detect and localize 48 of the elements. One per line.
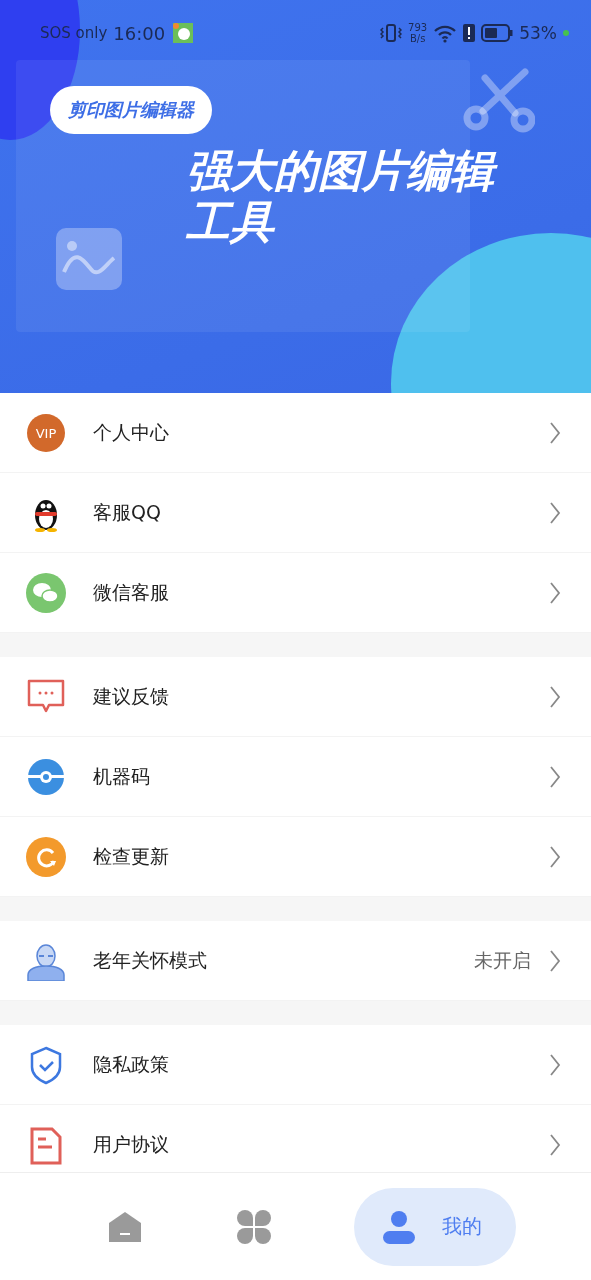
menu-item[interactable]: 建议反馈	[0, 657, 591, 737]
menu-item[interactable]: 老年关怀模式 未开启	[0, 921, 591, 1001]
menu-item[interactable]: VIP 个人中心	[0, 393, 591, 473]
app-name-badge: 剪印图片编辑器	[50, 86, 212, 134]
charging-dot-icon	[563, 30, 569, 36]
menu-label: 建议反馈	[93, 683, 170, 709]
person-icon	[382, 1209, 417, 1244]
app-notification-icon	[173, 23, 194, 43]
chevron-right-icon	[549, 684, 561, 709]
chevron-right-icon	[549, 1052, 561, 1077]
chevron-right-icon	[549, 580, 561, 605]
menu-item[interactable]: 客服QQ	[0, 473, 591, 553]
menu-label: 隐私政策	[93, 1051, 170, 1077]
wifi-icon	[433, 23, 458, 43]
menu-item[interactable]: 隐私政策	[0, 1025, 591, 1105]
menu-label: 个人中心	[93, 419, 170, 445]
banner-title: 强大的图片编辑工具	[186, 146, 516, 248]
disc-icon	[26, 756, 66, 797]
chevron-right-icon	[549, 500, 561, 525]
menu-item[interactable]: 检查更新	[0, 817, 591, 897]
scissors-icon	[463, 66, 535, 134]
menu-label: 客服QQ	[93, 499, 162, 525]
image-icon	[56, 228, 122, 290]
vip-icon: VIP	[26, 412, 66, 453]
chevron-right-icon	[549, 420, 561, 445]
menu-label: 检查更新	[93, 843, 170, 869]
battery-percent-text: 53%	[519, 23, 557, 43]
refresh-icon	[26, 836, 66, 877]
status-value: 未开启	[474, 947, 531, 973]
battery-icon	[481, 24, 514, 42]
sim-alert-icon	[463, 24, 476, 42]
home-icon	[107, 1210, 142, 1243]
clock-text: 16:00	[113, 22, 166, 44]
chevron-right-icon	[549, 844, 561, 869]
menu-label: 老年关怀模式	[93, 947, 208, 973]
menu-label: 微信客服	[93, 579, 170, 605]
menu-label: 用户协议	[93, 1131, 170, 1157]
chat-bubbles-icon	[26, 572, 66, 613]
menu-item[interactable]: 机器码	[0, 737, 591, 817]
apps-icon	[237, 1209, 272, 1244]
vibrate-icon	[380, 23, 403, 43]
network-speed-text: 793 B/s	[408, 21, 428, 45]
carrier-text: SOS only	[40, 24, 108, 42]
chevron-right-icon	[549, 764, 561, 789]
menu-label: 机器码	[93, 763, 151, 789]
chevron-right-icon	[549, 948, 561, 973]
chevron-right-icon	[549, 1132, 561, 1157]
menu-item[interactable]: 微信客服	[0, 553, 591, 633]
